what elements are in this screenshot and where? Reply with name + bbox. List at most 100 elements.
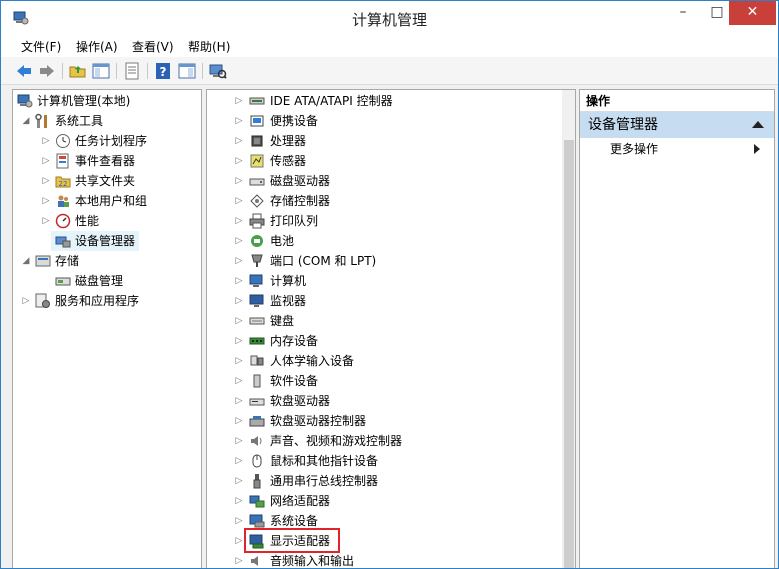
collapse-up-icon[interactable] bbox=[752, 121, 764, 128]
collapsed-arrow-icon[interactable]: ▷ bbox=[234, 511, 244, 531]
expanded-arrow-icon[interactable]: ◢ bbox=[21, 111, 31, 131]
floppy-controller-icon bbox=[249, 413, 265, 429]
device-category-label: 软件设备 bbox=[270, 374, 319, 388]
device-category-item[interactable]: ▷ 电池 bbox=[207, 231, 559, 251]
device-category-item[interactable]: ▷ 便携设备 bbox=[207, 111, 559, 131]
close-button[interactable]: ✕ bbox=[729, 1, 776, 25]
device-category-item[interactable]: ▷ 网络适配器 bbox=[207, 491, 559, 511]
device-category-item[interactable]: ▷ 声音、视频和游戏控制器 bbox=[207, 431, 559, 451]
properties-icon[interactable] bbox=[123, 62, 141, 80]
device-category-label: 电池 bbox=[270, 234, 295, 248]
up-folder-icon[interactable] bbox=[69, 62, 87, 80]
more-actions-item[interactable]: 更多操作 bbox=[610, 140, 658, 158]
device-category-item[interactable]: ▷ 键盘 bbox=[207, 311, 559, 331]
menu-view[interactable]: 查看(V) bbox=[132, 38, 174, 55]
collapsed-arrow-icon[interactable]: ▷ bbox=[234, 151, 244, 171]
collapsed-arrow-icon[interactable]: ▷ bbox=[234, 191, 244, 211]
scan-hardware-icon[interactable] bbox=[209, 62, 227, 80]
expanded-arrow-icon[interactable]: ◢ bbox=[21, 251, 31, 271]
device-category-item[interactable]: ▷ 软盘驱动器 bbox=[207, 391, 559, 411]
collapsed-arrow-icon[interactable]: ▷ bbox=[41, 151, 51, 171]
tree-item[interactable]: ▷ 事件查看器 bbox=[13, 151, 201, 171]
collapsed-arrow-icon[interactable]: ▷ bbox=[234, 431, 244, 451]
menu-action[interactable]: 操作(A) bbox=[76, 38, 118, 55]
collapsed-arrow-icon[interactable]: ▷ bbox=[234, 271, 244, 291]
device-category-item[interactable]: ▷ 内存设备 bbox=[207, 331, 559, 351]
event-viewer-icon bbox=[55, 153, 71, 169]
collapsed-arrow-icon[interactable]: ▷ bbox=[234, 291, 244, 311]
tree-item[interactable]: ▷ 22 共享文件夹 bbox=[13, 171, 201, 191]
collapsed-arrow-icon[interactable]: ▷ bbox=[234, 211, 244, 231]
collapsed-arrow-icon[interactable]: ▷ bbox=[234, 391, 244, 411]
device-category-item[interactable]: ▷ 监视器 bbox=[207, 291, 559, 311]
tree-item[interactable]: ▷ 服务和应用程序 bbox=[13, 291, 201, 311]
collapsed-arrow-icon[interactable]: ▷ bbox=[21, 291, 31, 311]
device-category-item[interactable]: ▷ 存储控制器 bbox=[207, 191, 559, 211]
forward-arrow-icon[interactable] bbox=[38, 62, 56, 80]
tree-item[interactable]: 计算机管理(本地) bbox=[13, 91, 201, 111]
actions-section-device-manager[interactable]: 设备管理器 bbox=[580, 112, 774, 138]
collapsed-arrow-icon[interactable]: ▷ bbox=[234, 331, 244, 351]
device-category-item[interactable]: ▷ 端口 (COM 和 LPT) bbox=[207, 251, 559, 271]
tree-item[interactable]: ◢ 系统工具 bbox=[13, 111, 201, 131]
device-category-label: 鼠标和其他指针设备 bbox=[270, 454, 379, 468]
collapsed-arrow-icon[interactable]: ▷ bbox=[41, 191, 51, 211]
device-category-item[interactable]: ▷ 鼠标和其他指针设备 bbox=[207, 451, 559, 471]
collapsed-arrow-icon[interactable]: ▷ bbox=[234, 471, 244, 491]
collapsed-arrow-icon[interactable]: ▷ bbox=[41, 211, 51, 231]
disk-drive-icon bbox=[249, 173, 265, 189]
device-category-label: 计算机 bbox=[270, 274, 307, 288]
annotation-highlight-box bbox=[244, 528, 340, 553]
tree-item[interactable]: ◢ 存储 bbox=[13, 251, 201, 271]
maximize-button[interactable]: □ bbox=[705, 1, 729, 25]
device-category-item[interactable]: ▷ 打印队列 bbox=[207, 211, 559, 231]
menu-help[interactable]: 帮助(H) bbox=[188, 38, 230, 55]
collapsed-arrow-icon[interactable]: ▷ bbox=[234, 251, 244, 271]
device-category-label: 打印队列 bbox=[270, 214, 319, 228]
device-category-item[interactable]: ▷ 通用串行总线控制器 bbox=[207, 471, 559, 491]
collapsed-arrow-icon[interactable]: ▷ bbox=[41, 171, 51, 191]
collapsed-arrow-icon[interactable]: ▷ bbox=[234, 351, 244, 371]
device-category-item[interactable]: ▷ 音频输入和输出 bbox=[207, 551, 559, 568]
collapsed-arrow-icon[interactable]: ▷ bbox=[234, 131, 244, 151]
vertical-scrollbar[interactable] bbox=[562, 90, 575, 568]
device-category-item[interactable]: ▷ 软盘驱动器控制器 bbox=[207, 411, 559, 431]
device-category-label: 键盘 bbox=[270, 314, 295, 328]
users-icon bbox=[55, 193, 71, 209]
device-category-item[interactable]: ▷ IDE ATA/ATAPI 控制器 bbox=[207, 91, 559, 111]
device-category-item[interactable]: ▷ 磁盘驱动器 bbox=[207, 171, 559, 191]
device-category-item[interactable]: ▷ 处理器 bbox=[207, 131, 559, 151]
storage-controller-icon bbox=[249, 193, 265, 209]
menu-file[interactable]: 文件(F) bbox=[21, 38, 61, 55]
collapsed-arrow-icon[interactable]: ▷ bbox=[234, 91, 244, 111]
help-icon[interactable]: ? bbox=[154, 62, 172, 80]
collapsed-arrow-icon[interactable]: ▷ bbox=[234, 371, 244, 391]
network-adapter-icon bbox=[249, 493, 265, 509]
device-category-item[interactable]: ▷ 显示适配器 bbox=[207, 528, 559, 553]
system-device-icon bbox=[249, 513, 265, 529]
collapsed-arrow-icon[interactable]: ▷ bbox=[234, 231, 244, 251]
collapsed-arrow-icon[interactable]: ▷ bbox=[234, 311, 244, 331]
minimize-button[interactable]: – bbox=[661, 1, 705, 25]
tree-item[interactable]: ▷ 任务计划程序 bbox=[13, 131, 201, 151]
device-category-item[interactable]: ▷ 计算机 bbox=[207, 271, 559, 291]
device-category-item[interactable]: ▷ 软件设备 bbox=[207, 371, 559, 391]
tree-item[interactable]: ▷ 本地用户和组 bbox=[13, 191, 201, 211]
tree-item[interactable]: 设备管理器 bbox=[13, 231, 201, 251]
device-category-item[interactable]: ▷ 人体学输入设备 bbox=[207, 351, 559, 371]
scrollbar-thumb[interactable] bbox=[564, 140, 574, 568]
collapsed-arrow-icon[interactable]: ▷ bbox=[234, 551, 244, 568]
tree-item[interactable]: 磁盘管理 bbox=[13, 271, 201, 291]
collapsed-arrow-icon[interactable]: ▷ bbox=[234, 491, 244, 511]
collapsed-arrow-icon[interactable]: ▷ bbox=[234, 531, 244, 551]
show-action-pane-icon[interactable] bbox=[178, 62, 196, 80]
collapsed-arrow-icon[interactable]: ▷ bbox=[234, 171, 244, 191]
collapsed-arrow-icon[interactable]: ▷ bbox=[234, 411, 244, 431]
show-hide-console-tree-icon[interactable] bbox=[92, 62, 110, 80]
back-arrow-icon[interactable] bbox=[15, 62, 33, 80]
tree-item[interactable]: ▷ 性能 bbox=[13, 211, 201, 231]
collapsed-arrow-icon[interactable]: ▷ bbox=[234, 451, 244, 471]
collapsed-arrow-icon[interactable]: ▷ bbox=[234, 111, 244, 131]
collapsed-arrow-icon[interactable]: ▷ bbox=[41, 131, 51, 151]
device-category-item[interactable]: ▷ 传感器 bbox=[207, 151, 559, 171]
